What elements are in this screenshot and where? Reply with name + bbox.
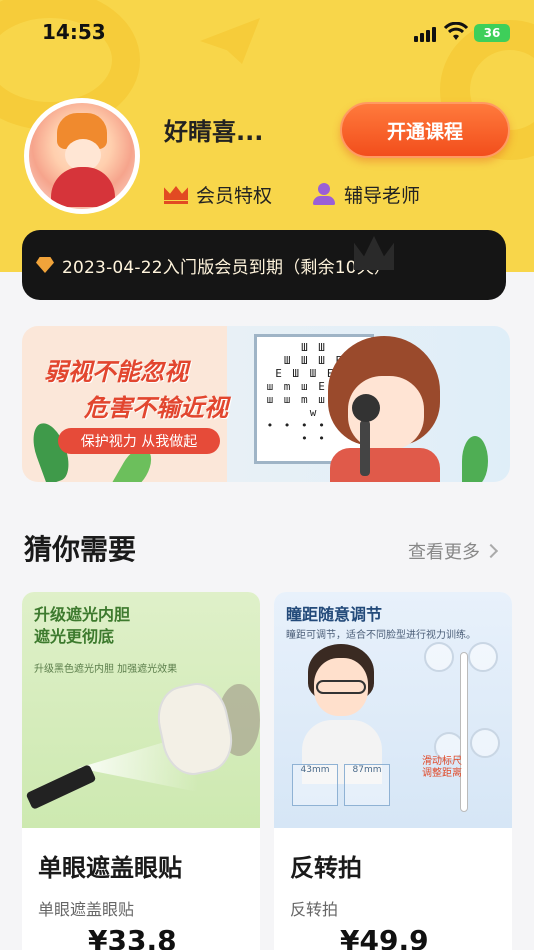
product-image: 升级遮光内胆 遮光更彻底 升级黑色遮光内胆 加强遮光效果	[22, 592, 260, 828]
girl-illustration	[312, 336, 452, 482]
leaf-decoration	[462, 436, 488, 482]
battery-level: 36	[483, 26, 501, 40]
product-price: ¥33.8	[88, 924, 177, 950]
product-card[interactable]: 升级遮光内胆 遮光更彻底 升级黑色遮光内胆 加强遮光效果 单眼遮盖眼贴 单眼遮盖…	[22, 592, 260, 950]
username: 好睛喜...	[164, 118, 264, 146]
membership-status-bar[interactable]: 2023-04-22入门版会员到期（剩余10天）	[22, 230, 506, 300]
membership-expiry-text: 2023-04-22入门版会员到期（剩余10天）	[62, 257, 392, 278]
product-description: 单眼遮盖眼贴	[38, 900, 135, 919]
battery-icon: 36	[474, 24, 510, 42]
open-course-button[interactable]: 开通课程	[340, 102, 510, 158]
avatar[interactable]	[24, 98, 140, 214]
product-image-title-line: 升级遮光内胆	[34, 605, 131, 624]
product-image-title: 瞳距随意调节	[286, 605, 383, 624]
child-illustration	[296, 644, 386, 784]
slide-ruler-label: 滑动标尺 调整距离	[422, 756, 462, 780]
product-description: 反转拍	[290, 900, 339, 919]
distance-box: 43mm	[292, 764, 338, 806]
perk-label: 会员特权	[196, 184, 273, 207]
diamond-icon	[36, 257, 54, 273]
banner-slogan-pill: 保护视力 从我做起	[58, 428, 220, 454]
distance-box: 87mm	[344, 764, 390, 806]
signal-icon	[414, 26, 438, 42]
flashlight-illustration	[25, 764, 97, 810]
status-time: 14:53	[42, 20, 106, 44]
slide-ruler-label-line: 调整距离	[422, 768, 462, 779]
slide-ruler-label-line: 滑动标尺	[422, 756, 462, 767]
product-image: 瞳距随意调节 瞳距可调节，适合不同脸型进行视力训练。 滑动标尺 调整距离 43m…	[274, 592, 512, 828]
status-bar: 14:53 36	[0, 0, 534, 66]
promo-banner[interactable]: 弱视不能忽视 危害不输近视 保护视力 从我做起 Ш Ш Ш Ш Ш E E Ш …	[22, 326, 510, 482]
product-image-title: 升级遮光内胆 遮光更彻底	[34, 604, 130, 648]
perk-member-privileges[interactable]: 会员特权	[164, 178, 272, 210]
product-price: ¥49.9	[340, 924, 429, 950]
product-card[interactable]: 瞳距随意调节 瞳距可调节，适合不同脸型进行视力训练。 滑动标尺 调整距离 43m…	[274, 592, 512, 950]
avatar-image	[29, 103, 135, 209]
banner-title-line1: 弱视不能忽视	[44, 358, 188, 386]
teacher-icon	[312, 182, 336, 206]
see-more-link[interactable]: 查看更多	[408, 538, 499, 564]
product-image-subtitle: 升级黑色遮光内胆 加强遮光效果	[34, 664, 178, 675]
perk-label: 辅导老师	[344, 184, 421, 207]
wifi-icon	[444, 22, 468, 40]
product-name: 反转拍	[290, 854, 362, 882]
flipper-device-illustration	[424, 632, 504, 812]
perk-tutor[interactable]: 辅导老师	[312, 178, 420, 210]
product-image-title-line: 遮光更彻底	[34, 627, 115, 646]
see-more-label: 查看更多	[408, 542, 480, 563]
chevron-right-icon	[483, 543, 499, 559]
product-name: 单眼遮盖眼贴	[38, 854, 182, 882]
section-title: 猜你需要	[24, 533, 137, 566]
crown-watermark-icon	[354, 236, 394, 270]
crown-icon	[164, 184, 188, 204]
banner-title-line2: 危害不输近视	[84, 394, 228, 422]
